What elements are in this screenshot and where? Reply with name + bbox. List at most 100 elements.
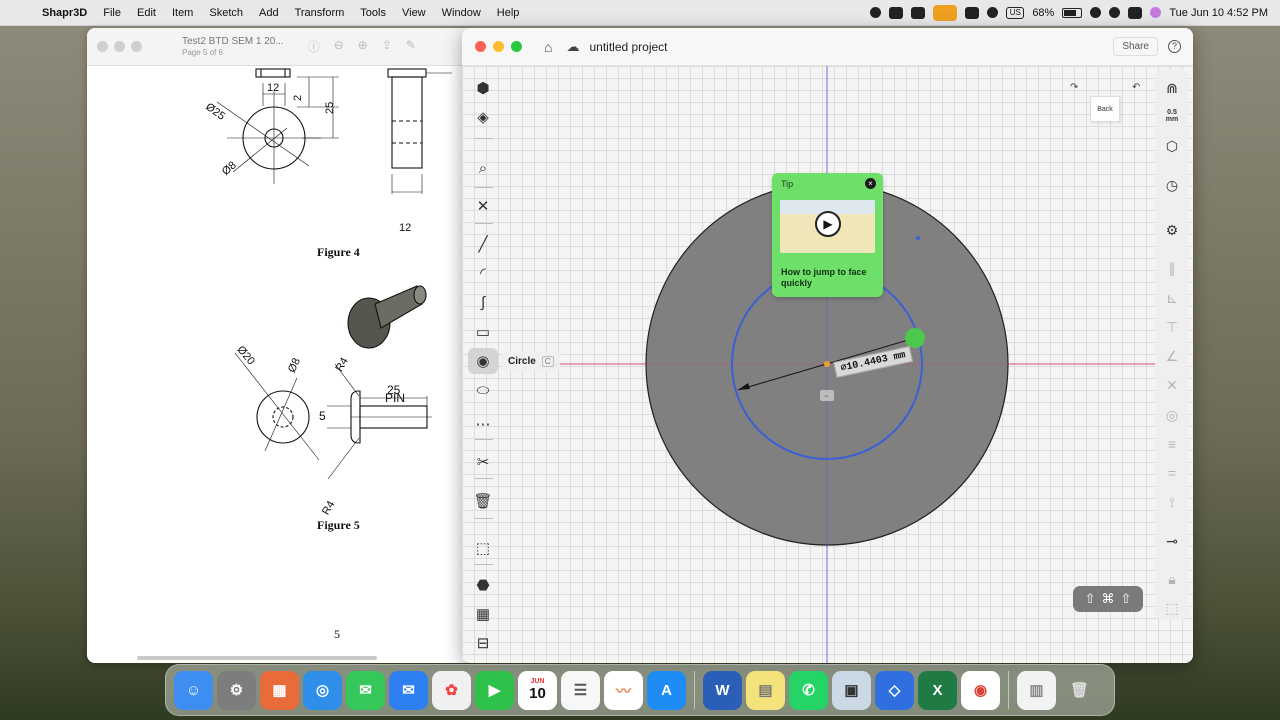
radius-handle[interactable]: [905, 328, 925, 348]
project-tool-icon[interactable]: ⬚: [468, 535, 498, 561]
menu-help[interactable]: Help: [489, 7, 528, 19]
layers-icon[interactable]: ◈: [468, 104, 498, 130]
info-icon[interactable]: ⓘ: [308, 38, 320, 55]
ellipse-icon[interactable]: ⬭: [468, 377, 498, 403]
spotlight-search-icon[interactable]: [1109, 7, 1121, 18]
link-icon[interactable]: ⊸: [1157, 529, 1187, 553]
zoom-out-icon[interactable]: ⊖: [334, 38, 344, 55]
share-button[interactable]: Share: [1113, 37, 1158, 56]
center-point[interactable]: [824, 361, 830, 367]
close-icon[interactable]: ×: [865, 178, 876, 189]
fix-icon[interactable]: ⬚: [1157, 596, 1187, 620]
preview-app-icon[interactable]: ▣: [832, 670, 871, 710]
close-button[interactable]: [475, 41, 486, 52]
microphone-icon[interactable]: [933, 4, 958, 21]
lock-icon[interactable]: 🔒︎: [1157, 567, 1187, 591]
home-icon[interactable]: ⌂: [544, 39, 552, 55]
line-icon[interactable]: ╱: [468, 231, 498, 257]
rotate-right-icon[interactable]: ↷: [1070, 82, 1078, 93]
record-icon[interactable]: [870, 7, 882, 18]
menu-clock[interactable]: Tue Jun 10 4:52 PM: [1169, 7, 1268, 19]
word-icon[interactable]: W: [703, 670, 742, 710]
coincident-constraint-icon[interactable]: ✕: [1157, 373, 1187, 397]
markup-icon[interactable]: ✎: [406, 38, 416, 55]
menu-app-name[interactable]: Shapr3D: [34, 7, 95, 19]
facetime-icon[interactable]: ▶: [475, 670, 514, 710]
screen-share-icon[interactable]: [965, 6, 980, 19]
input-source-icon[interactable]: US: [1006, 6, 1025, 19]
siri-icon[interactable]: [1150, 7, 1162, 18]
photos-icon[interactable]: ✿: [432, 670, 471, 710]
notes-icon[interactable]: ▤: [746, 670, 785, 710]
help-icon[interactable]: ?: [1168, 40, 1181, 53]
extrude-icon[interactable]: ⬣: [468, 572, 498, 598]
cube-icon[interactable]: ⬢: [468, 75, 498, 101]
menu-edit[interactable]: Edit: [129, 7, 164, 19]
angle-constraint-icon[interactable]: ∠: [1157, 344, 1187, 368]
shift-key-icon[interactable]: ⇧: [1085, 591, 1096, 607]
zoom-button[interactable]: [131, 41, 142, 52]
menu-tools[interactable]: Tools: [352, 7, 394, 19]
perpendicular-constraint-icon[interactable]: ⊾: [1157, 286, 1187, 310]
view-cube[interactable]: Back: [1090, 96, 1120, 122]
battery-icon[interactable]: [1062, 7, 1083, 18]
menu-transform[interactable]: Transform: [287, 7, 353, 19]
shift-key-icon-2[interactable]: ⇧: [1121, 591, 1132, 607]
minimize-button[interactable]: [114, 41, 125, 52]
menu-view[interactable]: View: [394, 7, 434, 19]
minimize-button[interactable]: [493, 41, 504, 52]
close-button[interactable]: [97, 41, 108, 52]
equal-constraint-icon[interactable]: =: [1157, 461, 1187, 485]
share-icon[interactable]: ⇪: [382, 38, 392, 55]
cloud-sync-icon[interactable]: [911, 6, 926, 19]
zoom-in-icon[interactable]: ⊕: [358, 38, 368, 55]
circle-icon[interactable]: ◉: [468, 348, 498, 374]
command-key-icon[interactable]: ⌘: [1102, 591, 1115, 607]
calendar-icon[interactable]: JUN 10: [518, 670, 557, 710]
chrome-icon[interactable]: ◉: [961, 670, 1000, 710]
history-icon[interactable]: ◷: [1157, 173, 1187, 197]
design-canvas[interactable]: ⇔ ⌀10.4403 mm Tip × ▶ How to jump to fac…: [462, 66, 1193, 663]
reminders-icon[interactable]: ☰: [561, 670, 600, 710]
play-icon[interactable]: ▶: [815, 211, 841, 237]
rotate-left-icon[interactable]: ↶: [1132, 82, 1140, 93]
project-name[interactable]: untitled project: [589, 40, 667, 54]
close-tool-icon[interactable]: ✕: [468, 193, 498, 219]
trash-icon[interactable]: 🗑: [468, 488, 498, 514]
symmetry-constraint-icon[interactable]: ⟟: [1157, 490, 1187, 514]
tip-video-thumbnail[interactable]: ▶: [780, 200, 875, 253]
freeform-icon[interactable]: 〰: [604, 670, 643, 710]
zoom-button[interactable]: [511, 41, 522, 52]
mail-icon[interactable]: ✉: [389, 670, 428, 710]
cloud-icon[interactable]: ☁: [566, 39, 579, 55]
horizontal-scrollbar[interactable]: [137, 656, 377, 660]
menu-sketch[interactable]: Sketch: [201, 7, 251, 19]
excel-icon[interactable]: X: [918, 670, 957, 710]
scissors-icon[interactable]: ✂: [468, 449, 498, 475]
whatsapp-icon[interactable]: ✆: [789, 670, 828, 710]
arc-icon[interactable]: ◜: [468, 260, 498, 286]
keyboard-modifier-pill[interactable]: ⇧ ⌘ ⇧: [1073, 586, 1143, 612]
grid-size-label[interactable]: 0.5 mm: [1157, 104, 1187, 128]
wifi-icon[interactable]: [1090, 7, 1102, 18]
play-icon[interactable]: [987, 7, 999, 18]
tip-card[interactable]: Tip × ▶ How to jump to face quickly: [772, 173, 883, 297]
launchpad-icon[interactable]: ▦: [260, 670, 299, 710]
view-orientation-icon[interactable]: ⬡: [1157, 134, 1187, 158]
menu-item[interactable]: Item: [164, 7, 201, 19]
tip-text[interactable]: How to jump to face quickly: [781, 267, 877, 289]
safari-icon[interactable]: ◎: [303, 670, 342, 710]
tape-measure-icon[interactable]: ⊟: [468, 630, 498, 656]
concentric-constraint-icon[interactable]: ◎: [1157, 403, 1187, 427]
system-settings-icon[interactable]: ⚙: [217, 670, 256, 710]
horizontal-constraint-icon[interactable]: ≡: [1157, 432, 1187, 456]
rectangle-icon[interactable]: ▭: [468, 319, 498, 345]
control-center-icon[interactable]: [1128, 6, 1143, 19]
tangent-constraint-icon[interactable]: ⊤: [1157, 315, 1187, 339]
pattern-icon[interactable]: ▦: [468, 601, 498, 627]
search-icon[interactable]: ⌕: [468, 155, 498, 181]
menu-window[interactable]: Window: [434, 7, 489, 19]
more-icon[interactable]: ⋯: [468, 411, 498, 437]
spline-icon[interactable]: ∫: [468, 289, 498, 315]
finder-icon[interactable]: ☺: [174, 670, 213, 710]
